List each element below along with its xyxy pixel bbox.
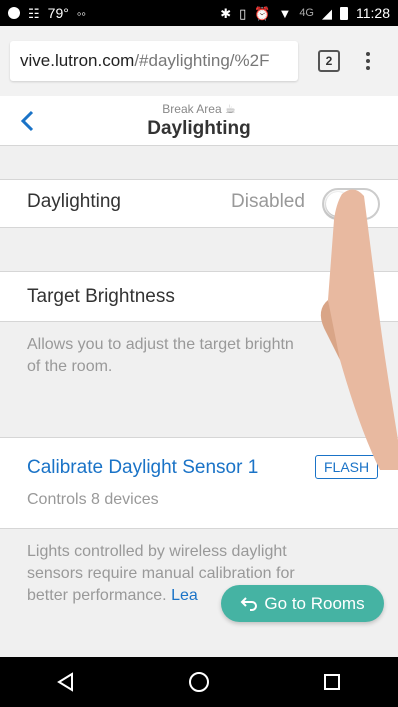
- network-type: 4G: [299, 7, 314, 19]
- wifi-icon: ▼: [278, 5, 292, 21]
- clock: 11:28: [356, 5, 390, 21]
- status-left: ☷ 79° ◦◦: [8, 5, 86, 21]
- daylighting-label: Daylighting: [27, 191, 121, 212]
- note-line: sensors require manual calibration for: [27, 565, 295, 582]
- go-to-rooms-button[interactable]: Go to Rooms: [221, 585, 384, 622]
- daylighting-toggle[interactable]: [322, 188, 380, 220]
- browser-menu-icon[interactable]: [366, 52, 370, 70]
- back-chevron-icon[interactable]: [12, 106, 42, 136]
- learn-more-link[interactable]: Lea: [171, 587, 198, 604]
- voicemail-icon: ◦◦: [76, 5, 87, 21]
- back-nav-icon[interactable]: [46, 662, 86, 702]
- flash-button[interactable]: FLASH: [315, 455, 379, 479]
- recents-nav-icon[interactable]: [312, 662, 352, 702]
- target-brightness-row[interactable]: Target Brightness: [0, 271, 398, 322]
- url-domain: vive.lutron.com: [20, 51, 135, 70]
- temperature: 79°: [47, 5, 69, 21]
- status-right: ✱ ▯ ⏰ ▼ 4G ◢ 11:28: [220, 5, 390, 21]
- notification-icon: [8, 7, 20, 19]
- calibrate-subtitle: Controls 8 devices: [27, 491, 159, 508]
- daylighting-status: Disabled: [231, 191, 305, 212]
- note-text: better performance.: [27, 587, 172, 604]
- home-nav-icon[interactable]: [179, 662, 219, 702]
- page-title: Daylighting: [147, 118, 251, 139]
- browser-bar: vive.lutron.com/#daylighting/%2F 2: [0, 26, 398, 96]
- app-header: Break Area ☕ Daylighting: [0, 96, 398, 146]
- signal-icon: ◢: [322, 5, 332, 21]
- target-brightness-label: Target Brightness: [27, 286, 175, 307]
- toggle-knob: [326, 192, 350, 216]
- weather-icon: ☷: [28, 5, 40, 21]
- daylighting-row: Daylighting Disabled: [0, 179, 398, 228]
- description-line: Allows you to adjust the target brightn: [27, 336, 294, 353]
- note-line: Lights controlled by wireless daylight: [27, 543, 287, 560]
- go-to-rooms-label: Go to Rooms: [264, 593, 365, 613]
- alarm-icon: ⏰: [254, 5, 271, 21]
- bluetooth-icon: ✱: [220, 5, 232, 21]
- area-name: Break Area ☕: [162, 102, 236, 116]
- android-nav-bar: [0, 657, 398, 707]
- description-line: of the room.: [27, 358, 113, 375]
- vibrate-icon: ▯: [239, 5, 247, 21]
- status-bar: ☷ 79° ◦◦ ✱ ▯ ⏰ ▼ 4G ◢ 11:28: [0, 0, 398, 26]
- url-bar[interactable]: vive.lutron.com/#daylighting/%2F: [10, 41, 298, 81]
- tab-switcher-button[interactable]: 2: [318, 50, 340, 72]
- calibrate-row: Calibrate Daylight Sensor 1 FLASH Contro…: [0, 437, 398, 529]
- url-path: /#daylighting/%2F: [134, 51, 270, 70]
- target-brightness-description: Allows you to adjust the target brightn …: [27, 334, 367, 378]
- battery-icon: [340, 6, 348, 20]
- calibrate-sensor-link[interactable]: Calibrate Daylight Sensor 1: [27, 457, 258, 479]
- return-arrow-icon: [241, 596, 258, 611]
